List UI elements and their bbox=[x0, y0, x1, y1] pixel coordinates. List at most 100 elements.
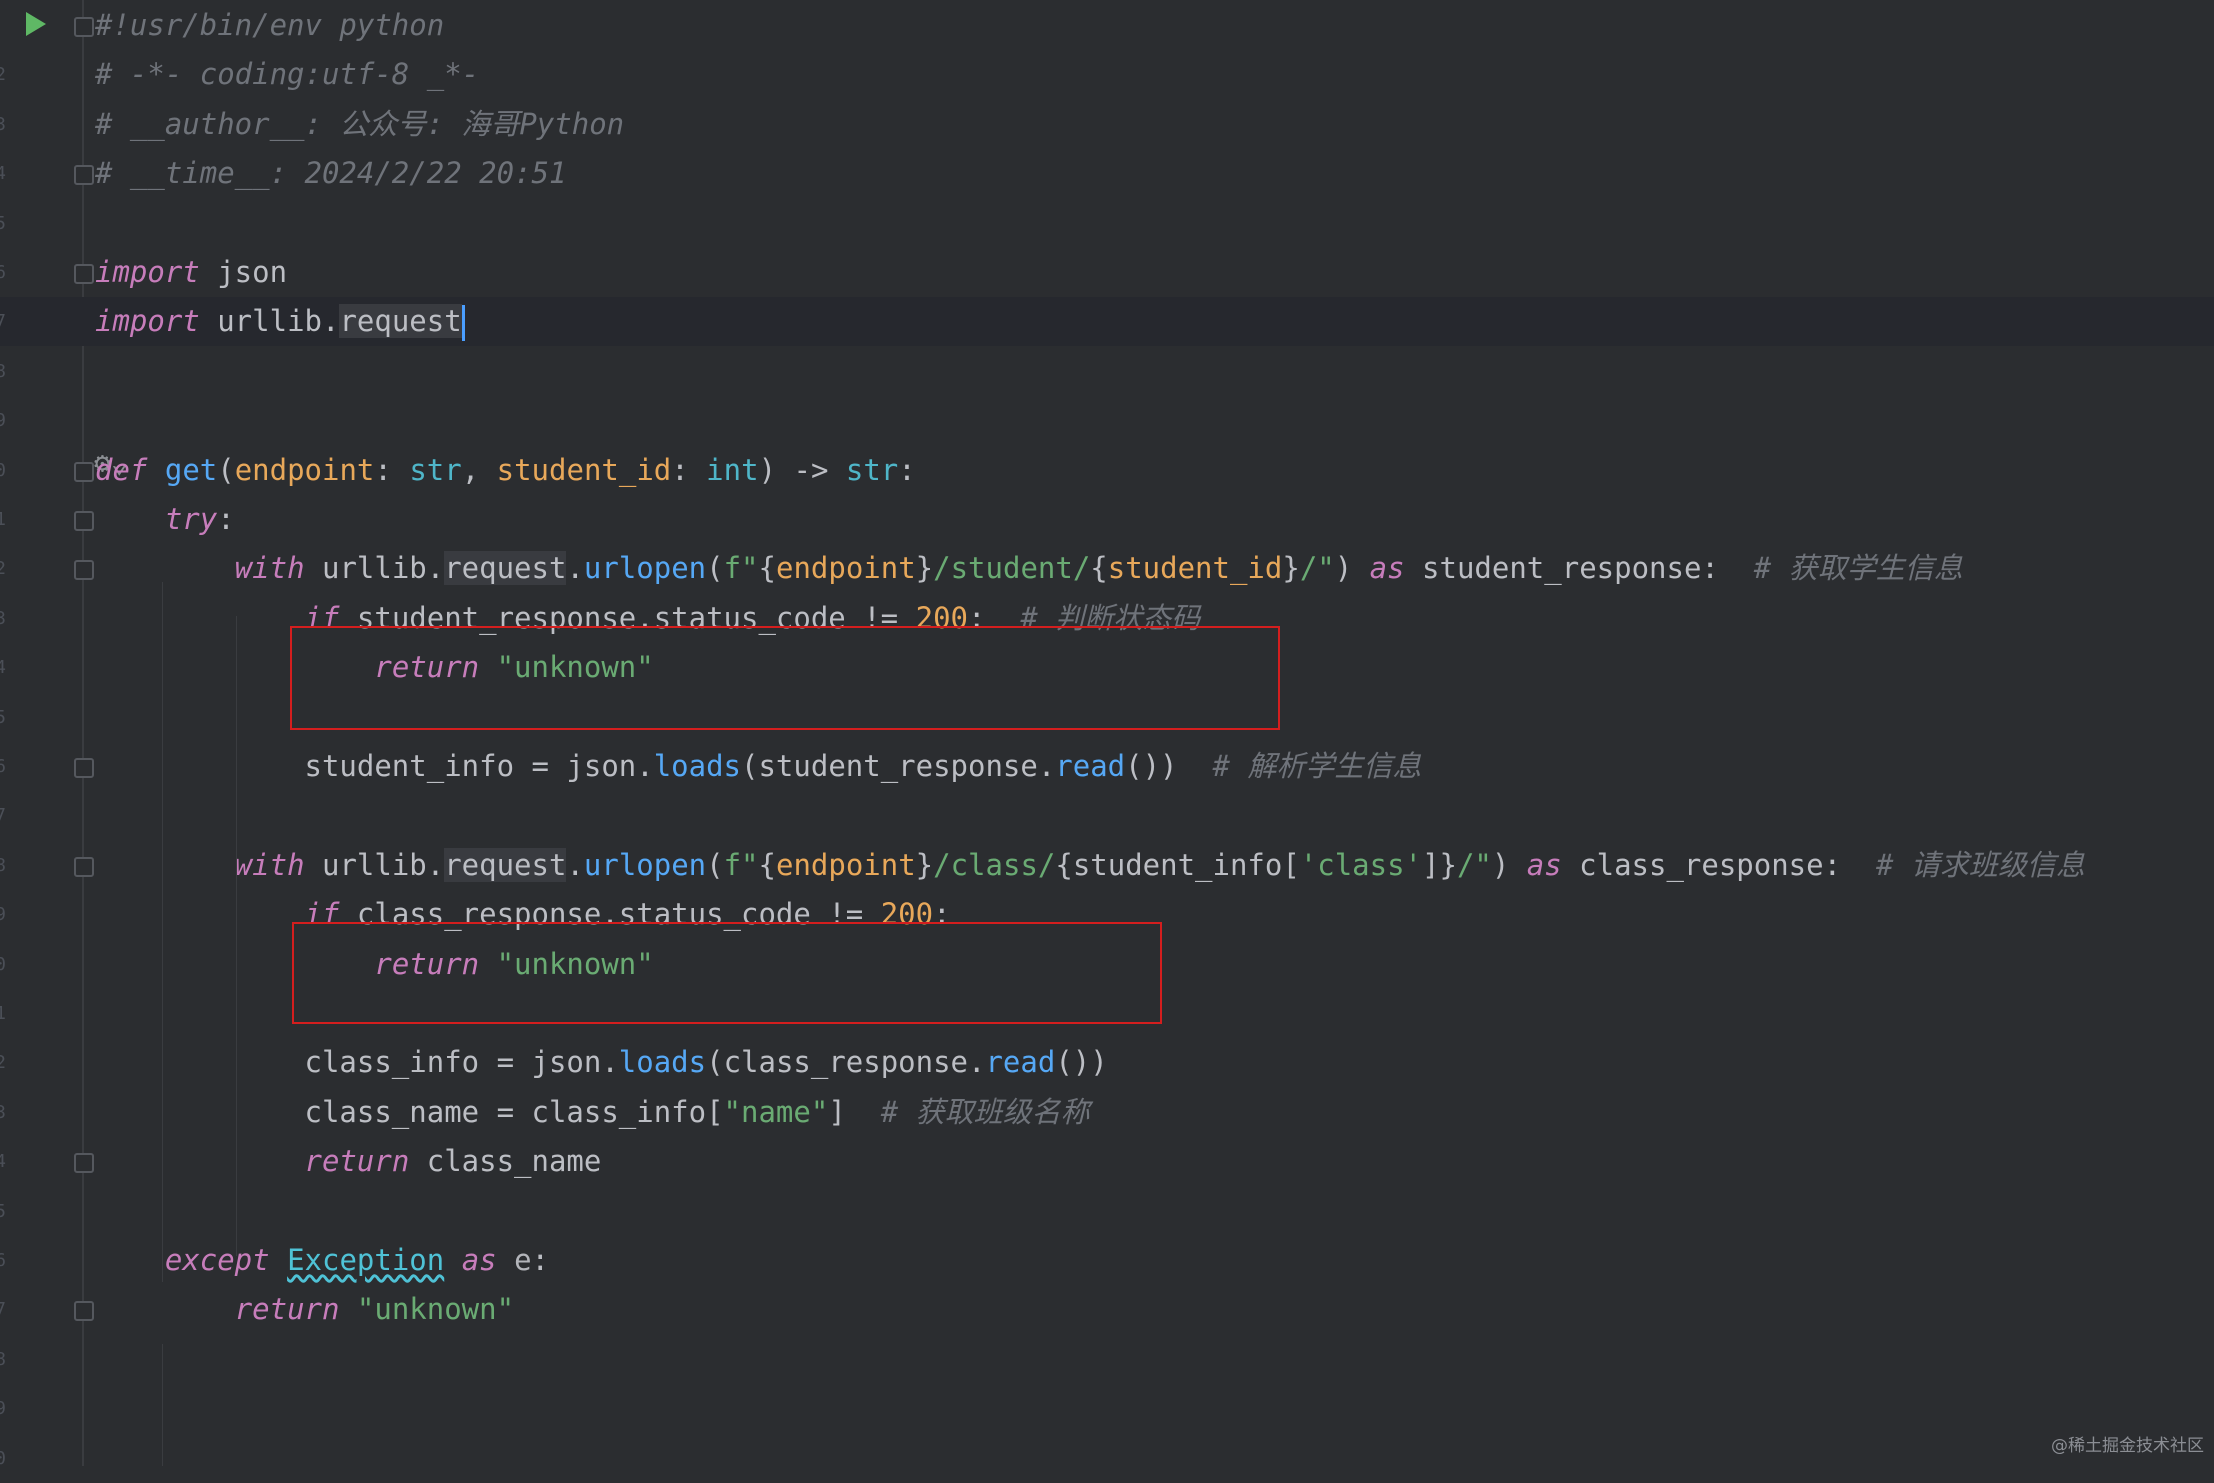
code-token: def bbox=[95, 452, 148, 487]
line-number: 8 bbox=[0, 360, 6, 382]
code-line[interactable]: 7 import urllib.request bbox=[0, 297, 2214, 347]
code-token: } bbox=[915, 847, 934, 882]
code-token: except bbox=[164, 1243, 270, 1277]
line-number: 6 bbox=[0, 262, 6, 283]
line-number: 6 bbox=[0, 756, 6, 777]
code-line[interactable]: 6 student_info = json.loads(student_resp… bbox=[0, 742, 2214, 791]
code-line[interactable]: 8 bbox=[0, 1335, 2214, 1384]
code-token: ()) bbox=[1055, 1045, 1108, 1080]
code-token: student_id bbox=[1107, 551, 1283, 586]
code-token: loads bbox=[618, 1045, 707, 1080]
code-line[interactable]: 6 import json bbox=[0, 248, 2214, 297]
code-text: return class_name bbox=[95, 1137, 602, 1186]
code-token: ( bbox=[217, 452, 235, 487]
line-number: 2 bbox=[0, 1052, 6, 1074]
code-line[interactable]: 6 except Exception as e: bbox=[0, 1236, 2214, 1285]
code-token: # 获取班级名称 bbox=[880, 1094, 1090, 1129]
code-line[interactable]: 8 bbox=[0, 347, 2214, 396]
code-token: class_name = class_info[ bbox=[95, 1094, 724, 1129]
code-token: # 解析学生信息 bbox=[1212, 749, 1422, 783]
code-token: import bbox=[95, 255, 200, 289]
code-token: urllib. bbox=[304, 551, 445, 586]
line-number: 7 bbox=[0, 311, 6, 333]
code-text: import urllib.request bbox=[95, 297, 465, 346]
code-token: (student_response. bbox=[741, 749, 1056, 783]
code-line[interactable]: 5 bbox=[0, 199, 2214, 248]
code-line[interactable]: 9 bbox=[0, 396, 2214, 445]
code-line[interactable]: 7 bbox=[0, 791, 2214, 840]
line-number: 5 bbox=[0, 706, 6, 728]
code-line[interactable]: 2 # -*- coding:utf-8 _*- bbox=[0, 50, 2214, 99]
code-line[interactable]: 4 return class_name bbox=[0, 1137, 2214, 1186]
highlight-box-student-check bbox=[290, 626, 1280, 730]
code-token: : bbox=[898, 452, 916, 487]
code-token: f" bbox=[723, 551, 759, 586]
code-text: try: bbox=[95, 495, 235, 544]
code-token: ]} bbox=[1422, 847, 1457, 882]
code-line[interactable]: 5 bbox=[0, 1187, 2214, 1236]
code-token: endpoint bbox=[775, 847, 916, 882]
code-token: { bbox=[758, 847, 776, 882]
line-number: 3 bbox=[0, 1101, 6, 1123]
code-text: # __time__: 2024/2/22 20:51 bbox=[95, 149, 566, 198]
line-number: 0 bbox=[0, 459, 6, 481]
code-line[interactable]: 3 class_name = class_info["name"] # 获取班级… bbox=[0, 1088, 2214, 1137]
code-token: /" bbox=[1456, 847, 1492, 882]
line-number: 8 bbox=[0, 854, 6, 876]
code-line[interactable]: 4 # __time__: 2024/2/22 20:51 bbox=[0, 149, 2214, 198]
code-line[interactable]: 7 return "unknown" bbox=[0, 1285, 2214, 1334]
code-token: try bbox=[164, 502, 218, 536]
code-line[interactable]: 8 with urllib.request.urlopen(f"{endpoin… bbox=[0, 841, 2214, 890]
code-line[interactable]: #!usr/bin/env python bbox=[0, 1, 2214, 50]
code-token: ) -> bbox=[758, 452, 846, 487]
line-number: 7 bbox=[0, 805, 6, 827]
code-token: urllib. bbox=[304, 847, 445, 882]
code-token: ( bbox=[706, 847, 724, 882]
code-line[interactable]: 0 bbox=[0, 1434, 2214, 1483]
line-number: 4 bbox=[0, 163, 6, 185]
code-token: get bbox=[164, 452, 218, 487]
code-token: endpoint bbox=[775, 551, 916, 586]
code-line[interactable]: 9 bbox=[0, 1384, 2214, 1433]
code-text: # -*- coding:utf-8 _*- bbox=[95, 50, 479, 99]
code-token: # -*- coding:utf-8 _*- bbox=[95, 57, 480, 92]
highlight-box-class-check bbox=[292, 922, 1162, 1024]
code-lines[interactable]: #!usr/bin/env python 2 # -*- coding:utf-8 … bbox=[0, 0, 2214, 1469]
code-token: e bbox=[496, 1243, 532, 1277]
line-number: 1 bbox=[0, 509, 6, 530]
code-token: request bbox=[339, 304, 462, 339]
code-token: with bbox=[234, 551, 305, 586]
code-text: except Exception as e: bbox=[95, 1236, 549, 1285]
code-line[interactable]: 3 # __author__: 公众号: 海哥Python bbox=[0, 100, 2214, 149]
code-token: } bbox=[1282, 551, 1300, 586]
code-token: 'class' bbox=[1299, 847, 1423, 882]
code-line[interactable]: 1 try: bbox=[0, 495, 2214, 544]
code-editor[interactable]: ⚙⌄ #!usr/bin/env python 2 # -*- coding:utf… bbox=[0, 0, 2214, 1469]
code-token: as bbox=[1369, 551, 1405, 586]
code-token: # 请求班级信息 bbox=[1875, 847, 2085, 882]
code-line[interactable]: 0 def get(endpoint: str, student_id: int)… bbox=[0, 446, 2214, 495]
code-text: # __author__: 公众号: 海哥Python bbox=[95, 100, 624, 149]
code-token: /student/ bbox=[933, 551, 1091, 586]
code-line[interactable]: 2 with urllib.request.urlopen(f"{endpoin… bbox=[0, 544, 2214, 593]
code-token: # __author__: 公众号: 海哥Python bbox=[95, 106, 625, 141]
code-token: student_id bbox=[496, 452, 672, 487]
code-token: int bbox=[706, 452, 759, 487]
code-token: Exception bbox=[287, 1243, 445, 1277]
code-text: class_info = json.loads(class_response.r… bbox=[95, 1038, 1108, 1087]
code-token: str bbox=[409, 452, 462, 487]
code-token: str bbox=[845, 452, 899, 487]
code-token: ) bbox=[1491, 847, 1527, 882]
line-number: 4 bbox=[0, 657, 6, 679]
code-token: urlopen bbox=[583, 847, 707, 882]
code-line[interactable]: 2 class_info = json.loads(class_response… bbox=[0, 1038, 2214, 1087]
code-token: } bbox=[915, 551, 934, 586]
